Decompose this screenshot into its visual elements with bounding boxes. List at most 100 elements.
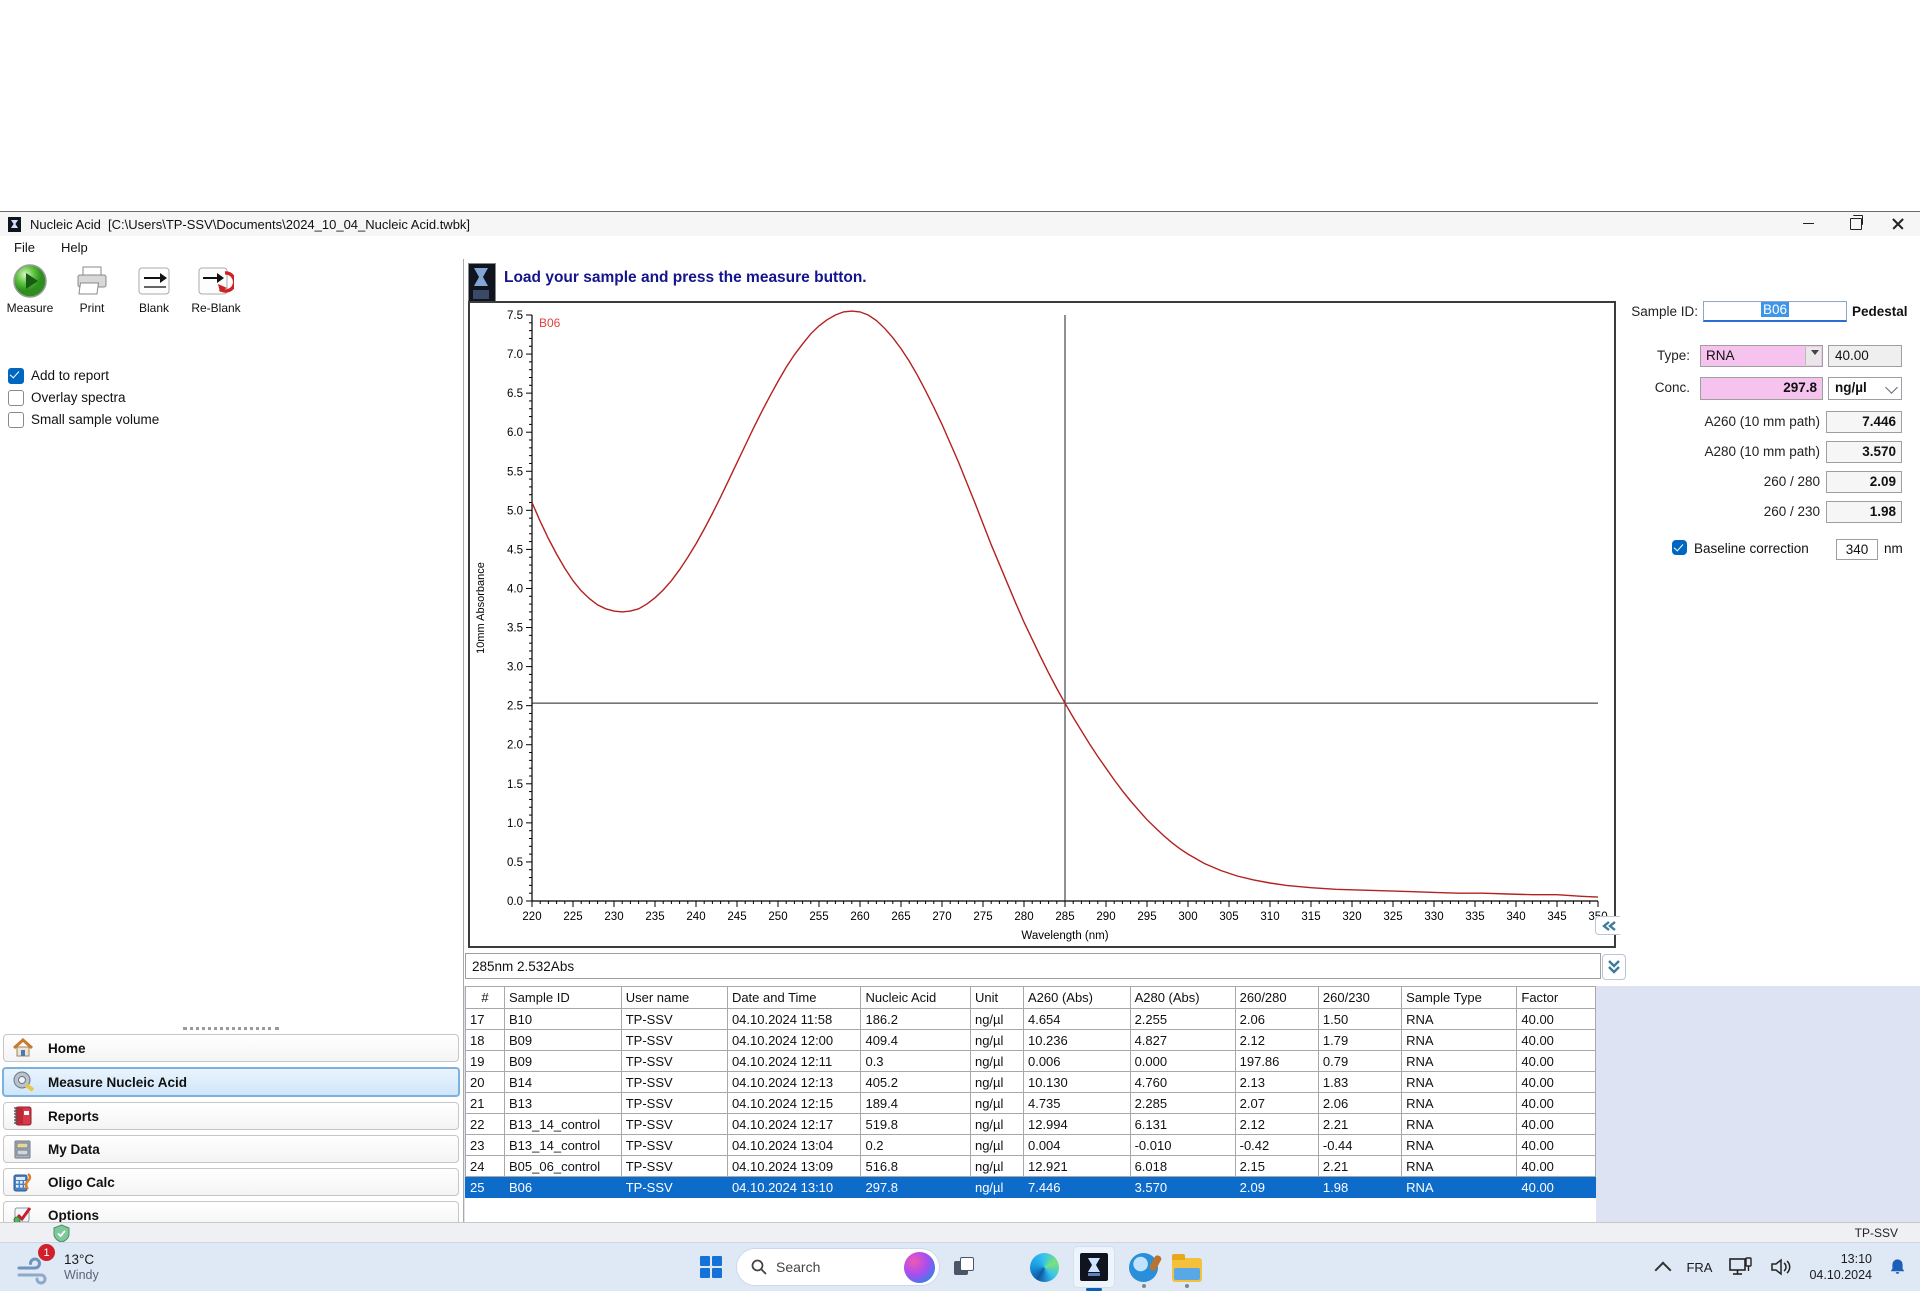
table-cell: 2.21 <box>1317 1113 1403 1135</box>
results-table-wrap: # Sample ID User name Date and Time Nucleic … <box>464 986 1596 1222</box>
col-header-sample-type[interactable]: Sample Type <box>1401 986 1518 1009</box>
svg-text:4.0: 4.0 <box>507 583 523 595</box>
spectrum-chart[interactable]: 220 225 230 235 240 245 250 255 260 265 270 275 280 2… <box>468 301 1623 948</box>
svg-text:225: 225 <box>563 911 582 923</box>
table-row-22[interactable]: 22 B13_14_control TP-SSV 04.10.2024 12:17 51… <box>464 1113 1596 1135</box>
blank-button[interactable]: Blank <box>128 263 180 315</box>
search-highlight-icon[interactable] <box>904 1251 935 1283</box>
table-cell: 189.4 <box>860 1092 971 1114</box>
menu-file[interactable]: File <box>14 240 35 255</box>
table-row-25[interactable]: 25 B06 TP-SSV 04.10.2024 13:10 297.8 ng/µl 7.4… <box>464 1176 1596 1198</box>
col-header-factor[interactable]: Factor <box>1516 986 1596 1009</box>
chart-crosshair <box>532 315 1598 901</box>
table-cell: ng/µl <box>969 1134 1024 1156</box>
sidebar-item-home[interactable]: Home <box>3 1034 459 1062</box>
unchecked-checkbox-icon[interactable] <box>8 389 24 406</box>
a260-value: 7.446 <box>1826 411 1902 433</box>
table-row-20[interactable]: 20 B14 TP-SSV 04.10.2024 12:13 405.2 ng/µl 10.… <box>464 1071 1596 1093</box>
table-cell: -0.42 <box>1234 1134 1319 1156</box>
table-row-17[interactable]: 17 B10 TP-SSV 04.10.2024 11:58 186.2 ng/µl 4.6… <box>464 1008 1596 1030</box>
checked-checkbox-icon[interactable] <box>8 367 24 384</box>
col-header-nucleic-acid[interactable]: Nucleic Acid <box>860 986 971 1009</box>
sidebar-item-label: Oligo Calc <box>48 1174 115 1190</box>
col-header--[interactable]: # <box>464 986 506 1009</box>
baseline-row: Baseline correction 340 nm <box>1620 539 1920 561</box>
language-indicator[interactable]: FRA <box>1686 1260 1712 1275</box>
svg-text:2.5: 2.5 <box>507 701 523 713</box>
table-row-21[interactable]: 21 B13 TP-SSV 04.10.2024 12:15 189.4 ng/µl 4.7… <box>464 1092 1596 1114</box>
table-cell: B09 <box>504 1050 622 1072</box>
table-cell: 25 <box>464 1176 506 1198</box>
table-row-18[interactable]: 18 B09 TP-SSV 04.10.2024 12:00 409.4 ng/µl 10.… <box>464 1029 1596 1051</box>
sidebar-item-oligo-calc[interactable]: Oligo Calc <box>3 1168 459 1196</box>
splitter-handle[interactable] <box>183 1027 279 1030</box>
taskbar-clock[interactable]: 13:10 04.10.2024 <box>1809 1251 1872 1283</box>
maximize-button[interactable] <box>1834 212 1878 235</box>
col-header-unit[interactable]: Unit <box>969 986 1024 1009</box>
table-cell: 18 <box>464 1029 506 1051</box>
table-row-24[interactable]: 24 B05_06_control TP-SSV 04.10.2024 13:09 51… <box>464 1155 1596 1177</box>
nanodrop-app-button[interactable] <box>1073 1246 1115 1291</box>
col-header-a280-abs-[interactable]: A280 (Abs) <box>1129 986 1236 1009</box>
col-header-260-280[interactable]: 260/280 <box>1234 986 1319 1009</box>
checkbox-small-sample-volume[interactable]: Small sample volume <box>8 411 159 428</box>
measure-button[interactable]: Measure <box>4 263 56 315</box>
table-cell: 04.10.2024 12:15 <box>726 1092 862 1114</box>
checkbox-add-to-report[interactable]: Add to report <box>8 367 159 384</box>
baseline-wavelength-input[interactable]: 340 <box>1836 539 1878 560</box>
table-cell: B13_14_control <box>504 1134 622 1156</box>
notifications-bell-icon[interactable] <box>1889 1258 1906 1276</box>
table-cell: 2.09 <box>1234 1176 1319 1198</box>
type-dropdown[interactable]: RNA <box>1700 345 1823 367</box>
sample-id-input[interactable]: B06 <box>1703 301 1847 322</box>
weather-icon: 1 <box>16 1244 56 1286</box>
taskbar-search[interactable]: Search <box>736 1248 940 1286</box>
hidden-icons-chevron[interactable] <box>1654 1261 1672 1278</box>
paint-app-button[interactable] <box>1129 1252 1158 1288</box>
task-view-button[interactable] <box>954 1257 974 1277</box>
edge-browser-button[interactable] <box>1030 1252 1059 1282</box>
col-header-sample-id[interactable]: Sample ID <box>504 986 622 1009</box>
sidebar-item-my-data[interactable]: My Data <box>3 1135 459 1163</box>
minimize-button[interactable] <box>1786 212 1830 235</box>
taskbar-weather-widget[interactable]: 1 13°C Windy <box>16 1244 99 1286</box>
baseline-checkbox[interactable] <box>1672 540 1687 555</box>
re-blank-button[interactable]: Re-Blank <box>190 263 242 315</box>
table-row-19[interactable]: 19 B09 TP-SSV 04.10.2024 12:11 0.3 ng/µl 0.006… <box>464 1050 1596 1072</box>
col-header-date-and-time[interactable]: Date and Time <box>726 986 862 1009</box>
sample-id-label: Sample ID: <box>1631 304 1698 319</box>
col-header-a260-abs-[interactable]: A260 (Abs) <box>1022 986 1131 1009</box>
collapse-panel-button[interactable] <box>1595 916 1623 935</box>
desktop: Nucleic Acid [C:\Users\TP-SSV\Documents\… <box>0 0 1920 1312</box>
start-button[interactable] <box>700 1256 722 1278</box>
table-row-23[interactable]: 23 B13_14_control TP-SSV 04.10.2024 13:04 0.… <box>464 1134 1596 1156</box>
print-button[interactable]: Print <box>66 263 118 315</box>
menu-help[interactable]: Help <box>61 240 88 255</box>
table-cell: B09 <box>504 1029 622 1051</box>
sidebar-item-measure-nucleic-acid[interactable]: Measure Nucleic Acid <box>2 1067 460 1097</box>
table-cell: ng/µl <box>969 1071 1024 1093</box>
sidebar-item-reports[interactable]: Reports <box>3 1102 459 1130</box>
unchecked-checkbox-icon[interactable] <box>8 411 24 428</box>
sidebar-item-label: Measure Nucleic Acid <box>48 1074 188 1090</box>
volume-icon[interactable] <box>1770 1258 1792 1276</box>
table-cell: 04.10.2024 12:11 <box>726 1050 862 1072</box>
chart-axis-labels: Wavelength (nm) 10mm Absorbance <box>475 562 1109 942</box>
type-dropdown-button[interactable] <box>1805 347 1821 365</box>
table-cell: RNA <box>1401 1050 1518 1072</box>
a260-number: 7.446 <box>1862 414 1896 429</box>
collapse-table-button[interactable] <box>1602 954 1626 980</box>
checkbox-overlay-spectra[interactable]: Overlay spectra <box>8 389 159 406</box>
spectrum-options: Add to report Overlay spectra Small sample… <box>8 367 159 428</box>
network-icon[interactable] <box>1729 1257 1753 1277</box>
conc-unit-dropdown[interactable]: ng/µl <box>1828 377 1902 400</box>
col-header-260-230[interactable]: 260/230 <box>1317 986 1403 1009</box>
svg-text:330: 330 <box>1424 911 1443 923</box>
results-table[interactable]: # Sample ID User name Date and Time Nucleic … <box>464 986 1596 1198</box>
curve-label: B06 <box>539 316 561 330</box>
close-button[interactable] <box>1876 212 1920 235</box>
chart-ticks: 220 225 230 235 240 245 250 255 260 265 270 275 280 2… <box>507 310 1608 923</box>
table-cell: 40.00 <box>1516 1092 1596 1114</box>
file-explorer-button[interactable] <box>1172 1253 1202 1288</box>
col-header-user-name[interactable]: User name <box>620 986 728 1009</box>
